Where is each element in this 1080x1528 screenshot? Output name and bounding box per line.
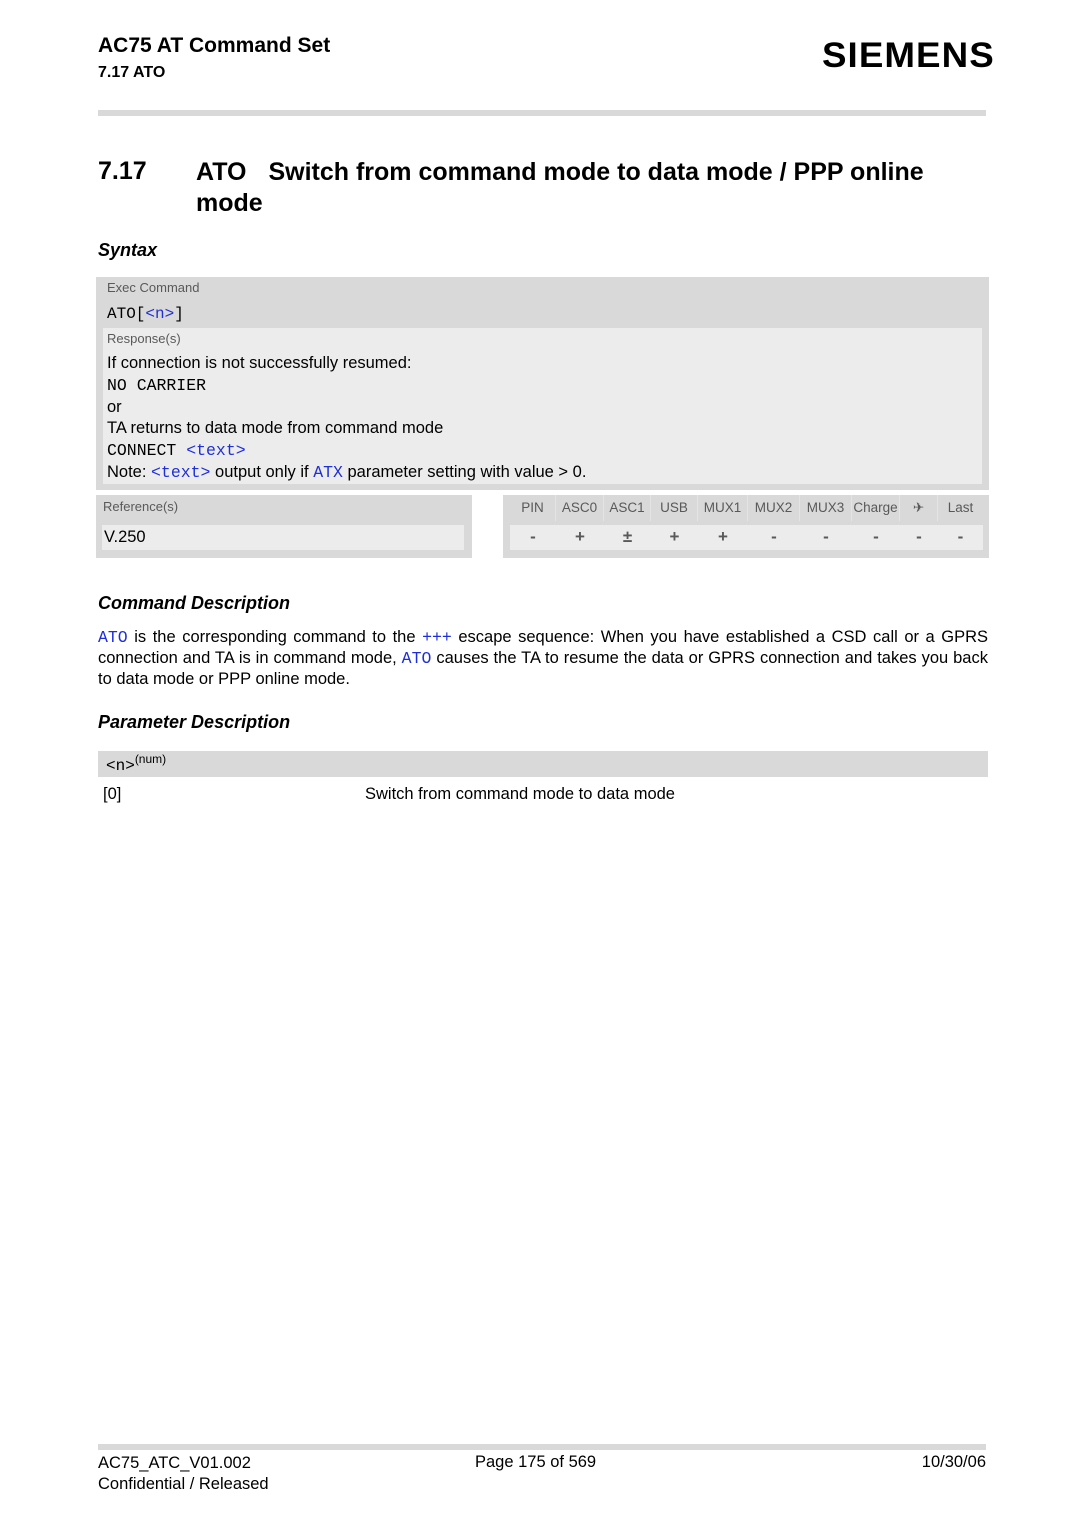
attribute-column: Last - xyxy=(938,495,983,550)
attributes-table: PIN - ASC0 + ASC1 ± USB + MUX1 + MUX2- MUX3- Charge -… xyxy=(503,495,989,558)
note-suffix: parameter setting with value > 0. xyxy=(342,462,587,481)
attribute-column: MUX1 + xyxy=(698,495,748,550)
connect-prefix: CONNECT xyxy=(107,441,187,461)
desc-text: is the corresponding command to the xyxy=(127,628,423,646)
note-prefix: Note: xyxy=(107,462,152,481)
note-text-param-link[interactable]: <text> xyxy=(151,463,210,482)
attribute-column: MUX2 - xyxy=(748,495,800,550)
attribute-label: MUX1 xyxy=(698,495,748,521)
attribute-label: Charge xyxy=(852,495,900,521)
parameter-name-text: <n> xyxy=(106,757,135,775)
exec-command-param-link[interactable]: <n> xyxy=(145,305,174,323)
parameter-header: <n>(num) xyxy=(98,751,988,777)
ato-link[interactable]: ATO xyxy=(402,649,432,668)
footer-page-number: Page 175 of 569 xyxy=(475,1453,597,1471)
attribute-label: Last xyxy=(947,500,974,515)
attribute-label: PIN xyxy=(510,495,556,521)
exec-command-label: Exec Command xyxy=(107,280,200,295)
response-line: If connection is not successfully resume… xyxy=(107,354,412,372)
document-title: AC75 AT Command Set xyxy=(98,34,331,57)
attribute-value: - xyxy=(748,525,800,550)
parameter-value-key: [0] xyxy=(103,785,122,803)
ato-link[interactable]: ATO xyxy=(98,628,128,647)
references-label: Reference(s) xyxy=(103,499,179,514)
exec-command-prefix: ATO[ xyxy=(107,305,146,323)
references-value-cell: V.250 xyxy=(102,525,464,550)
attribute-value: + xyxy=(556,525,604,550)
note-mid: output only if xyxy=(210,462,314,481)
footer-classification: Confidential / Released xyxy=(98,1475,269,1493)
footer-left: AC75_ATC_V01.002 Confidential / Released xyxy=(98,1453,269,1495)
references-value: V.250 xyxy=(104,528,146,546)
attribute-value: ± xyxy=(604,525,651,550)
parameter-type: (num) xyxy=(134,752,167,766)
references-box: Reference(s) V.250 xyxy=(96,495,472,558)
exec-command-suffix: ] xyxy=(174,305,184,323)
attribute-value: - xyxy=(510,525,556,550)
airplane-icon: ✈ xyxy=(900,495,938,521)
parameter-value-description: Switch from command mode to data mode xyxy=(365,785,675,803)
responses-label: Response(s) xyxy=(107,331,181,346)
parameter-name: <n>(num) xyxy=(106,752,166,775)
section-command: ATO xyxy=(196,158,247,186)
siemens-logo: SIEMENS xyxy=(822,36,995,75)
header-divider xyxy=(98,110,986,116)
note-atx-link[interactable]: ATX xyxy=(313,463,343,482)
attribute-column: MUX3 - xyxy=(800,495,852,550)
command-description-heading: Command Description xyxy=(98,593,291,613)
footer-divider xyxy=(98,1444,986,1450)
attribute-value: - xyxy=(938,525,983,550)
attribute-column: USB + xyxy=(651,495,698,550)
responses-content: If connection is not successfully resume… xyxy=(107,353,586,484)
exec-command: ATO[<n>] xyxy=(107,305,184,323)
attribute-value: - xyxy=(852,525,900,550)
response-note: Note: <text> output only if ATX paramete… xyxy=(107,462,586,484)
section-title: ATO Switch from command mode to data mode… xyxy=(196,157,986,219)
attribute-value: + xyxy=(698,525,748,550)
response-line: TA returns to data mode from command mod… xyxy=(107,419,444,438)
attribute-value: + xyxy=(651,525,698,550)
parameter-description-heading: Parameter Description xyxy=(98,712,291,732)
attribute-label: ASC0 xyxy=(556,495,604,521)
section-title-text: Switch from command mode to data mode / … xyxy=(196,158,924,217)
attribute-label: USB xyxy=(651,495,698,521)
attribute-value: - xyxy=(800,525,852,550)
response-line: or xyxy=(107,397,122,416)
syntax-table: Exec Command ATO[<n>] Response(s) If con… xyxy=(96,277,989,490)
section-number: 7.17 xyxy=(98,157,147,185)
attribute-column: ASC0 + xyxy=(556,495,604,550)
connect-text-param-link[interactable]: <text> xyxy=(186,441,245,460)
syntax-heading: Syntax xyxy=(98,240,158,260)
responses-box: Response(s) If connection is not success… xyxy=(103,328,982,484)
attribute-label: MUX2 xyxy=(748,495,800,521)
footer-date: 10/30/06 xyxy=(921,1453,986,1471)
attribute-column: PIN - xyxy=(510,495,556,550)
attribute-column: ✈ - xyxy=(900,495,938,550)
attribute-value: - xyxy=(900,525,938,550)
attributes-grid: PIN - ASC0 + ASC1 ± USB + MUX1 + MUX2- MUX3- Charge -… xyxy=(510,495,983,550)
attribute-column: Charge - xyxy=(852,495,900,550)
response-no-carrier: NO CARRIER xyxy=(107,375,207,395)
attribute-label: ASC1 xyxy=(604,495,651,521)
attribute-label: MUX3 xyxy=(800,495,852,521)
header-section-ref: 7.17 ATO xyxy=(98,64,166,81)
escape-sequence-link[interactable]: +++ xyxy=(422,628,452,647)
footer-doc-id: AC75_ATC_V01.002 xyxy=(98,1454,251,1472)
attribute-column: ASC1 ± xyxy=(604,495,651,550)
command-description-text: ATO is the corresponding command to the … xyxy=(98,627,988,689)
response-connect: CONNECT <text> xyxy=(107,440,586,462)
